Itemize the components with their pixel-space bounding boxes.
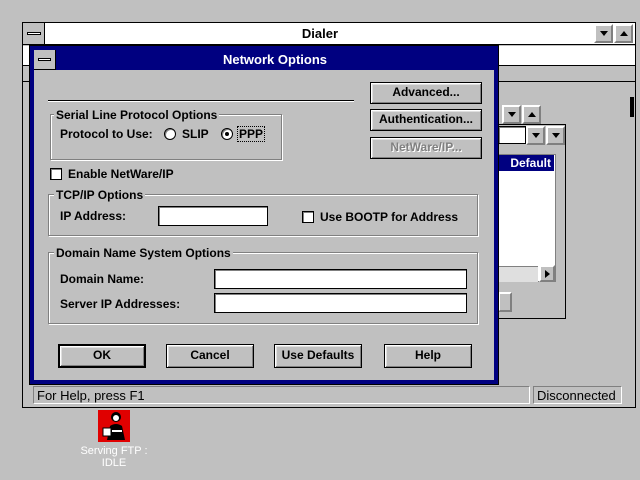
child-hscroll-track[interactable] — [498, 266, 538, 282]
ftp-icon-label-line1: Serving FTP : — [80, 445, 148, 457]
netware-ip-button[interactable]: NetWare/IP... — [370, 137, 482, 159]
enable-netware-label[interactable]: Enable NetWare/IP — [68, 167, 174, 181]
child-maximize-icon[interactable] — [522, 105, 541, 124]
ftp-icon-label-line2: IDLE — [101, 457, 127, 469]
use-bootp-checkbox[interactable] — [302, 211, 314, 223]
child-combo-dropdown-icon[interactable] — [526, 126, 545, 145]
status-connection-text: Disconnected — [533, 386, 622, 404]
dialer-system-menu-icon[interactable] — [23, 23, 45, 44]
child-list[interactable] — [498, 154, 556, 282]
cancel-button[interactable]: Cancel — [166, 344, 254, 368]
slip-radio-label[interactable]: SLIP — [182, 127, 209, 141]
ftp-server-icon[interactable] — [98, 410, 130, 442]
dialer-window-title: Dialer — [301, 26, 339, 41]
ppp-radio[interactable] — [221, 128, 233, 140]
enable-netware-checkbox[interactable] — [50, 168, 62, 180]
ok-button[interactable]: OK — [58, 344, 146, 368]
server-ip-addresses-input[interactable] — [214, 293, 467, 313]
ftp-icon-label: Serving FTP : IDLE — [64, 445, 164, 469]
use-bootp-label[interactable]: Use BOOTP for Address — [320, 210, 458, 224]
slip-radio[interactable] — [164, 128, 176, 140]
dialog-system-menu-icon[interactable] — [34, 50, 56, 70]
network-options-dialog: Network Options Advanced... Authenticati… — [29, 45, 499, 385]
child-minimize-icon[interactable] — [502, 105, 521, 124]
advanced-button[interactable]: Advanced... — [370, 82, 482, 104]
dialer-title-bar[interactable]: Dialer — [23, 23, 635, 45]
ip-address-label: IP Address: — [60, 209, 127, 223]
dialog-title-bar[interactable]: Network Options — [34, 50, 494, 70]
maximize-icon[interactable] — [614, 24, 633, 43]
domain-name-label: Domain Name: — [60, 272, 145, 286]
domain-name-input[interactable] — [214, 269, 467, 289]
child-button-fragment[interactable] — [498, 292, 512, 312]
ip-address-input[interactable] — [158, 206, 268, 226]
child-combo-field[interactable] — [498, 126, 526, 144]
status-help-text: For Help, press F1 — [33, 386, 530, 404]
tcpip-group-label: TCP/IP Options — [54, 188, 146, 202]
use-defaults-button[interactable]: Use Defaults — [274, 344, 362, 368]
protocol-label: Protocol to Use: — [60, 127, 153, 141]
dialog-divider — [48, 100, 354, 102]
server-ip-addresses-label: Server IP Addresses: — [60, 297, 181, 311]
dialog-title: Network Options — [222, 52, 327, 67]
ppp-radio-label[interactable]: PPP — [236, 126, 266, 142]
scroll-right-icon[interactable] — [539, 265, 555, 282]
dialer-right-edge — [630, 97, 634, 117]
dns-group-label: Domain Name System Options — [54, 246, 233, 260]
child-list-header[interactable]: Default — [498, 155, 554, 171]
authentication-button[interactable]: Authentication... — [370, 109, 482, 131]
help-button[interactable]: Help — [384, 344, 472, 368]
serial-protocol-group-label: Serial Line Protocol Options — [54, 108, 220, 122]
child-combo2-dropdown-icon[interactable] — [546, 126, 565, 145]
minimize-icon[interactable] — [594, 24, 613, 43]
